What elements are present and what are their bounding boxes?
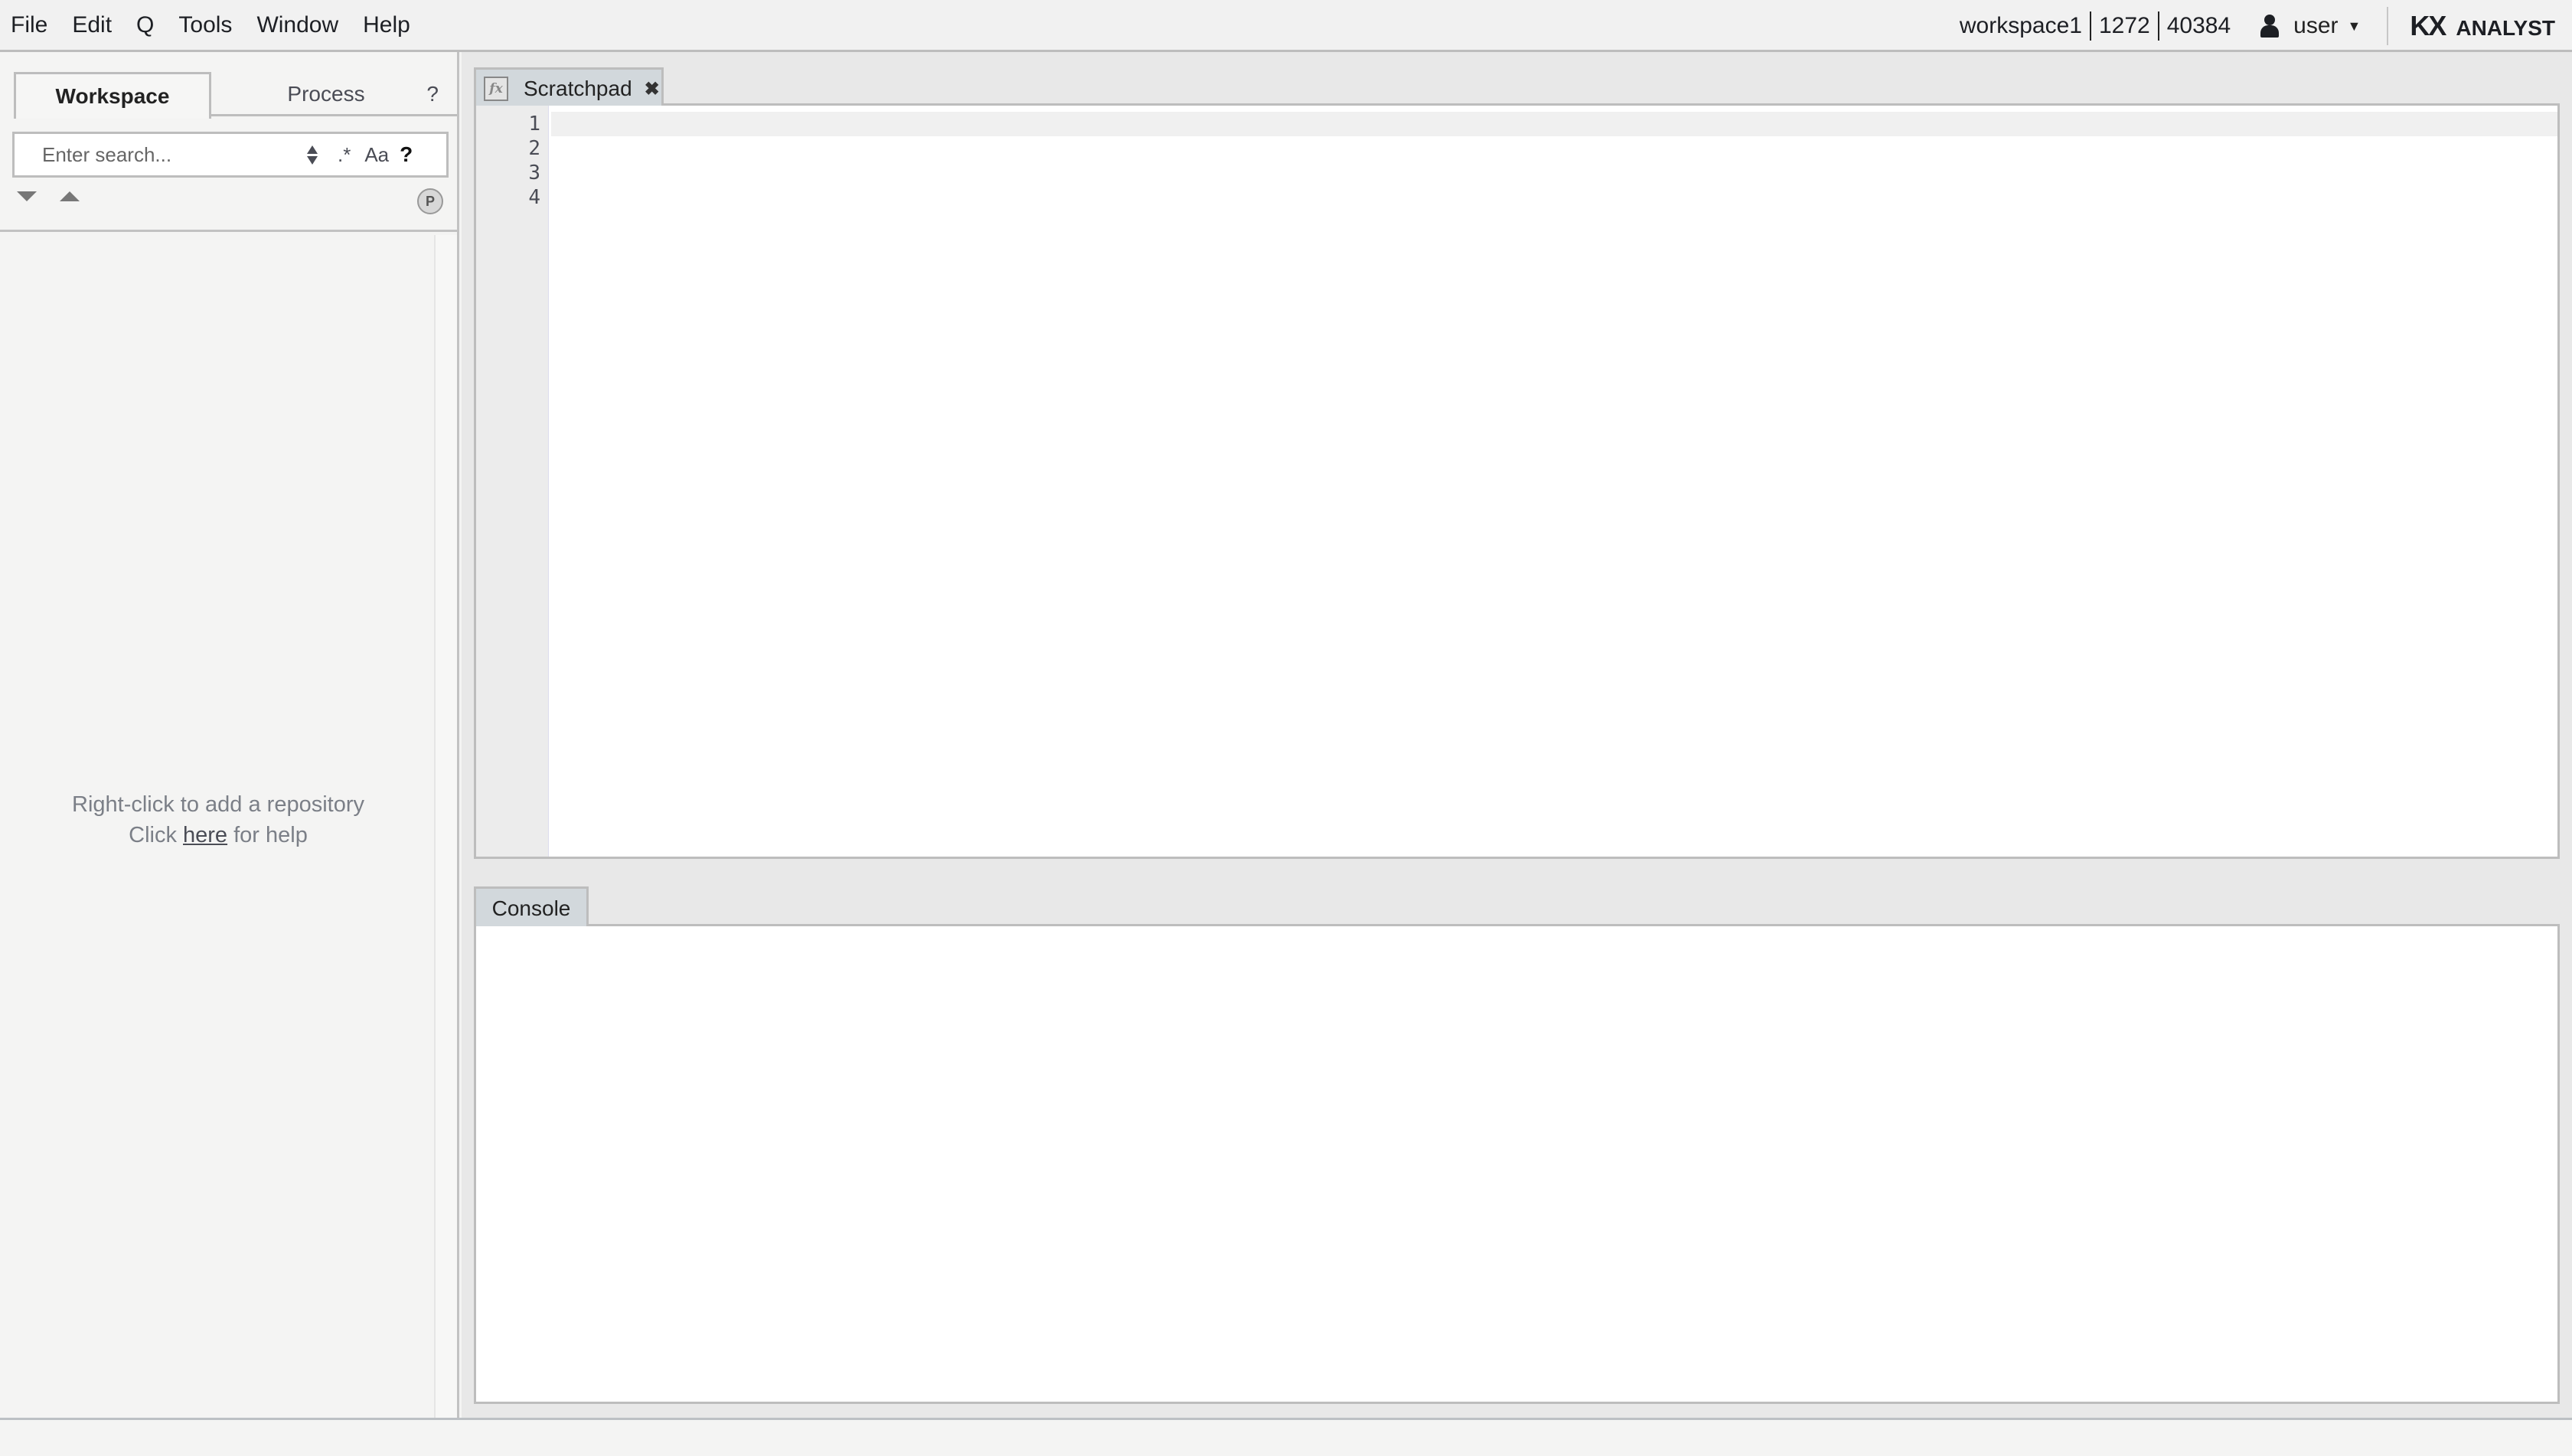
- help-prefix: Click: [129, 823, 184, 847]
- menu-file[interactable]: File: [11, 12, 47, 38]
- regex-toggle[interactable]: .*: [338, 143, 351, 167]
- workspace-name: workspace1: [1959, 13, 2082, 38]
- menu-bar: File Edit Q Tools Window Help workspace1…: [0, 0, 2572, 52]
- caret-down-icon: ▼: [2347, 18, 2361, 34]
- help-link[interactable]: here: [183, 823, 227, 847]
- divider: [2089, 11, 2091, 41]
- line-number: 4: [528, 186, 540, 209]
- left-panel-tabs: Workspace Process ?: [14, 72, 457, 119]
- status-bar: [0, 1418, 2572, 1456]
- match-case-toggle[interactable]: Aa: [364, 143, 389, 167]
- brand-logo: KX ANALYST: [2410, 10, 2555, 42]
- help-suffix: for help: [227, 823, 308, 847]
- main-area: fx Scratchpad ✖ 1 2 3 4 Console: [462, 52, 2572, 1418]
- line-number-gutter: 1 2 3 4: [476, 106, 549, 857]
- header-right: workspace1 1272 40384 user ▼ KX ANALYST: [1960, 0, 2555, 52]
- kx-logo: KX: [2410, 10, 2446, 41]
- tab-scratchpad[interactable]: fx Scratchpad ✖: [474, 67, 664, 108]
- expand-all-icon[interactable]: [17, 191, 37, 201]
- collapse-all-icon[interactable]: [60, 191, 80, 201]
- menu-q[interactable]: Q: [136, 12, 154, 38]
- close-icon[interactable]: ✖: [645, 78, 660, 100]
- workspace-info: workspace1 1272 40384: [1960, 11, 2231, 41]
- menu-items: File Edit Q Tools Window Help: [0, 12, 435, 38]
- tab-help-button[interactable]: ?: [426, 72, 439, 116]
- tree-toolbar: [17, 191, 80, 201]
- divider: [2157, 11, 2159, 41]
- tab-console[interactable]: Console: [474, 886, 589, 929]
- info-value-2: 40384: [2166, 13, 2231, 38]
- user-menu[interactable]: user ▼: [2260, 13, 2361, 39]
- empty-message: Right-click to add a repository Click he…: [0, 789, 436, 850]
- line-number: 3: [528, 162, 540, 184]
- line-number: 1: [528, 113, 540, 135]
- menu-tools[interactable]: Tools: [178, 12, 232, 38]
- repository-tree[interactable]: Right-click to add a repository Click he…: [0, 230, 457, 1418]
- active-line-highlight: [551, 112, 2557, 136]
- code-editor: 1 2 3 4: [474, 106, 2560, 859]
- editor-tab-strip: fx Scratchpad ✖: [474, 67, 2560, 108]
- code-area[interactable]: [551, 106, 2557, 857]
- left-panel: Workspace Process ? .* Aa ? P Right-clic…: [0, 52, 459, 1418]
- console-output[interactable]: [474, 926, 2560, 1404]
- menu-edit[interactable]: Edit: [72, 12, 112, 38]
- tab-workspace[interactable]: Workspace: [14, 72, 211, 119]
- search-input[interactable]: [15, 142, 298, 167]
- menu-window[interactable]: Window: [256, 12, 338, 38]
- console-tab-strip: Console: [474, 886, 2560, 929]
- brand-name: ANALYST: [2456, 16, 2555, 40]
- divider: [2387, 7, 2389, 45]
- menu-help[interactable]: Help: [363, 12, 410, 38]
- tab-label: Scratchpad: [524, 77, 632, 100]
- line-number: 2: [528, 137, 540, 160]
- search-box: .* Aa ?: [12, 132, 449, 178]
- user-name: user: [2293, 13, 2339, 38]
- p-icon[interactable]: P: [417, 188, 443, 214]
- tree-scrollbar[interactable]: [434, 235, 457, 1418]
- tab-process[interactable]: Process: [211, 72, 441, 116]
- info-value-1: 1272: [2098, 13, 2150, 38]
- empty-message-line1: Right-click to add a repository: [72, 792, 364, 817]
- function-icon: fx: [484, 77, 508, 101]
- sort-icon[interactable]: [307, 145, 318, 165]
- user-icon: [2260, 15, 2280, 38]
- search-help-button[interactable]: ?: [400, 142, 413, 167]
- empty-message-line2: Click here for help: [0, 820, 436, 850]
